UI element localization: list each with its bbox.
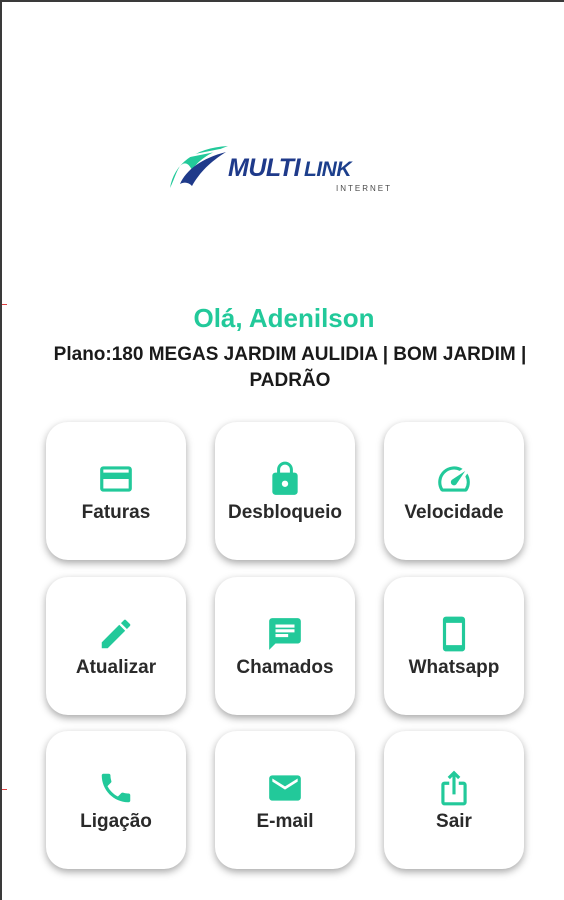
mail-icon (269, 775, 301, 801)
brand-subtitle: INTERNET (336, 184, 392, 193)
brand-name-part1: MULTI (228, 154, 301, 182)
desbloqueio-label: Desbloqueio (227, 502, 342, 523)
plan-info: Plano:180 MEGAS JARDIM AULIDIA | BOM JAR… (53, 344, 527, 391)
atualizar-label: Atualizar (75, 657, 157, 678)
multilink-logo: MULTI LINK INTERNET (166, 140, 416, 200)
velocidade-label: Velocidade (404, 502, 504, 523)
feather-logo-icon (170, 146, 228, 188)
brand-name: MULTI LINK (228, 154, 352, 183)
sair-label: Sair (436, 811, 472, 832)
sair-button[interactable]: Sair (384, 731, 524, 869)
ligacao-button[interactable]: Ligação (46, 731, 186, 869)
faturas-button[interactable]: Faturas (46, 422, 186, 560)
velocidade-button[interactable]: Velocidade (384, 422, 524, 560)
share-icon (441, 770, 467, 806)
chat-icon (269, 618, 301, 650)
app-screen: MULTI LINK INTERNET Olá, Adenilson Plano:… (0, 0, 564, 900)
chamados-label: Chamados (236, 657, 334, 678)
ligacao-label: Ligação (80, 811, 152, 832)
phone-icon (101, 773, 131, 803)
brand-name-part2: LINK (304, 158, 352, 181)
whatsapp-button[interactable]: Whatsapp (384, 577, 524, 715)
chamados-button[interactable]: Chamados (215, 577, 355, 715)
greeting-text: Olá, Adenilson (193, 303, 375, 333)
email-label: E-mail (256, 811, 314, 832)
faturas-label: Faturas (81, 502, 151, 523)
lock-icon (272, 461, 298, 495)
pencil-icon (101, 619, 131, 649)
whatsapp-label: Whatsapp (408, 657, 500, 678)
desbloqueio-button[interactable]: Desbloqueio (215, 422, 355, 560)
credit-card-icon (100, 466, 132, 492)
smartphone-icon (442, 616, 466, 652)
atualizar-button[interactable]: Atualizar (46, 577, 186, 715)
speedometer-icon (438, 466, 470, 492)
email-button[interactable]: E-mail (215, 731, 355, 869)
edge-marker (2, 789, 7, 790)
